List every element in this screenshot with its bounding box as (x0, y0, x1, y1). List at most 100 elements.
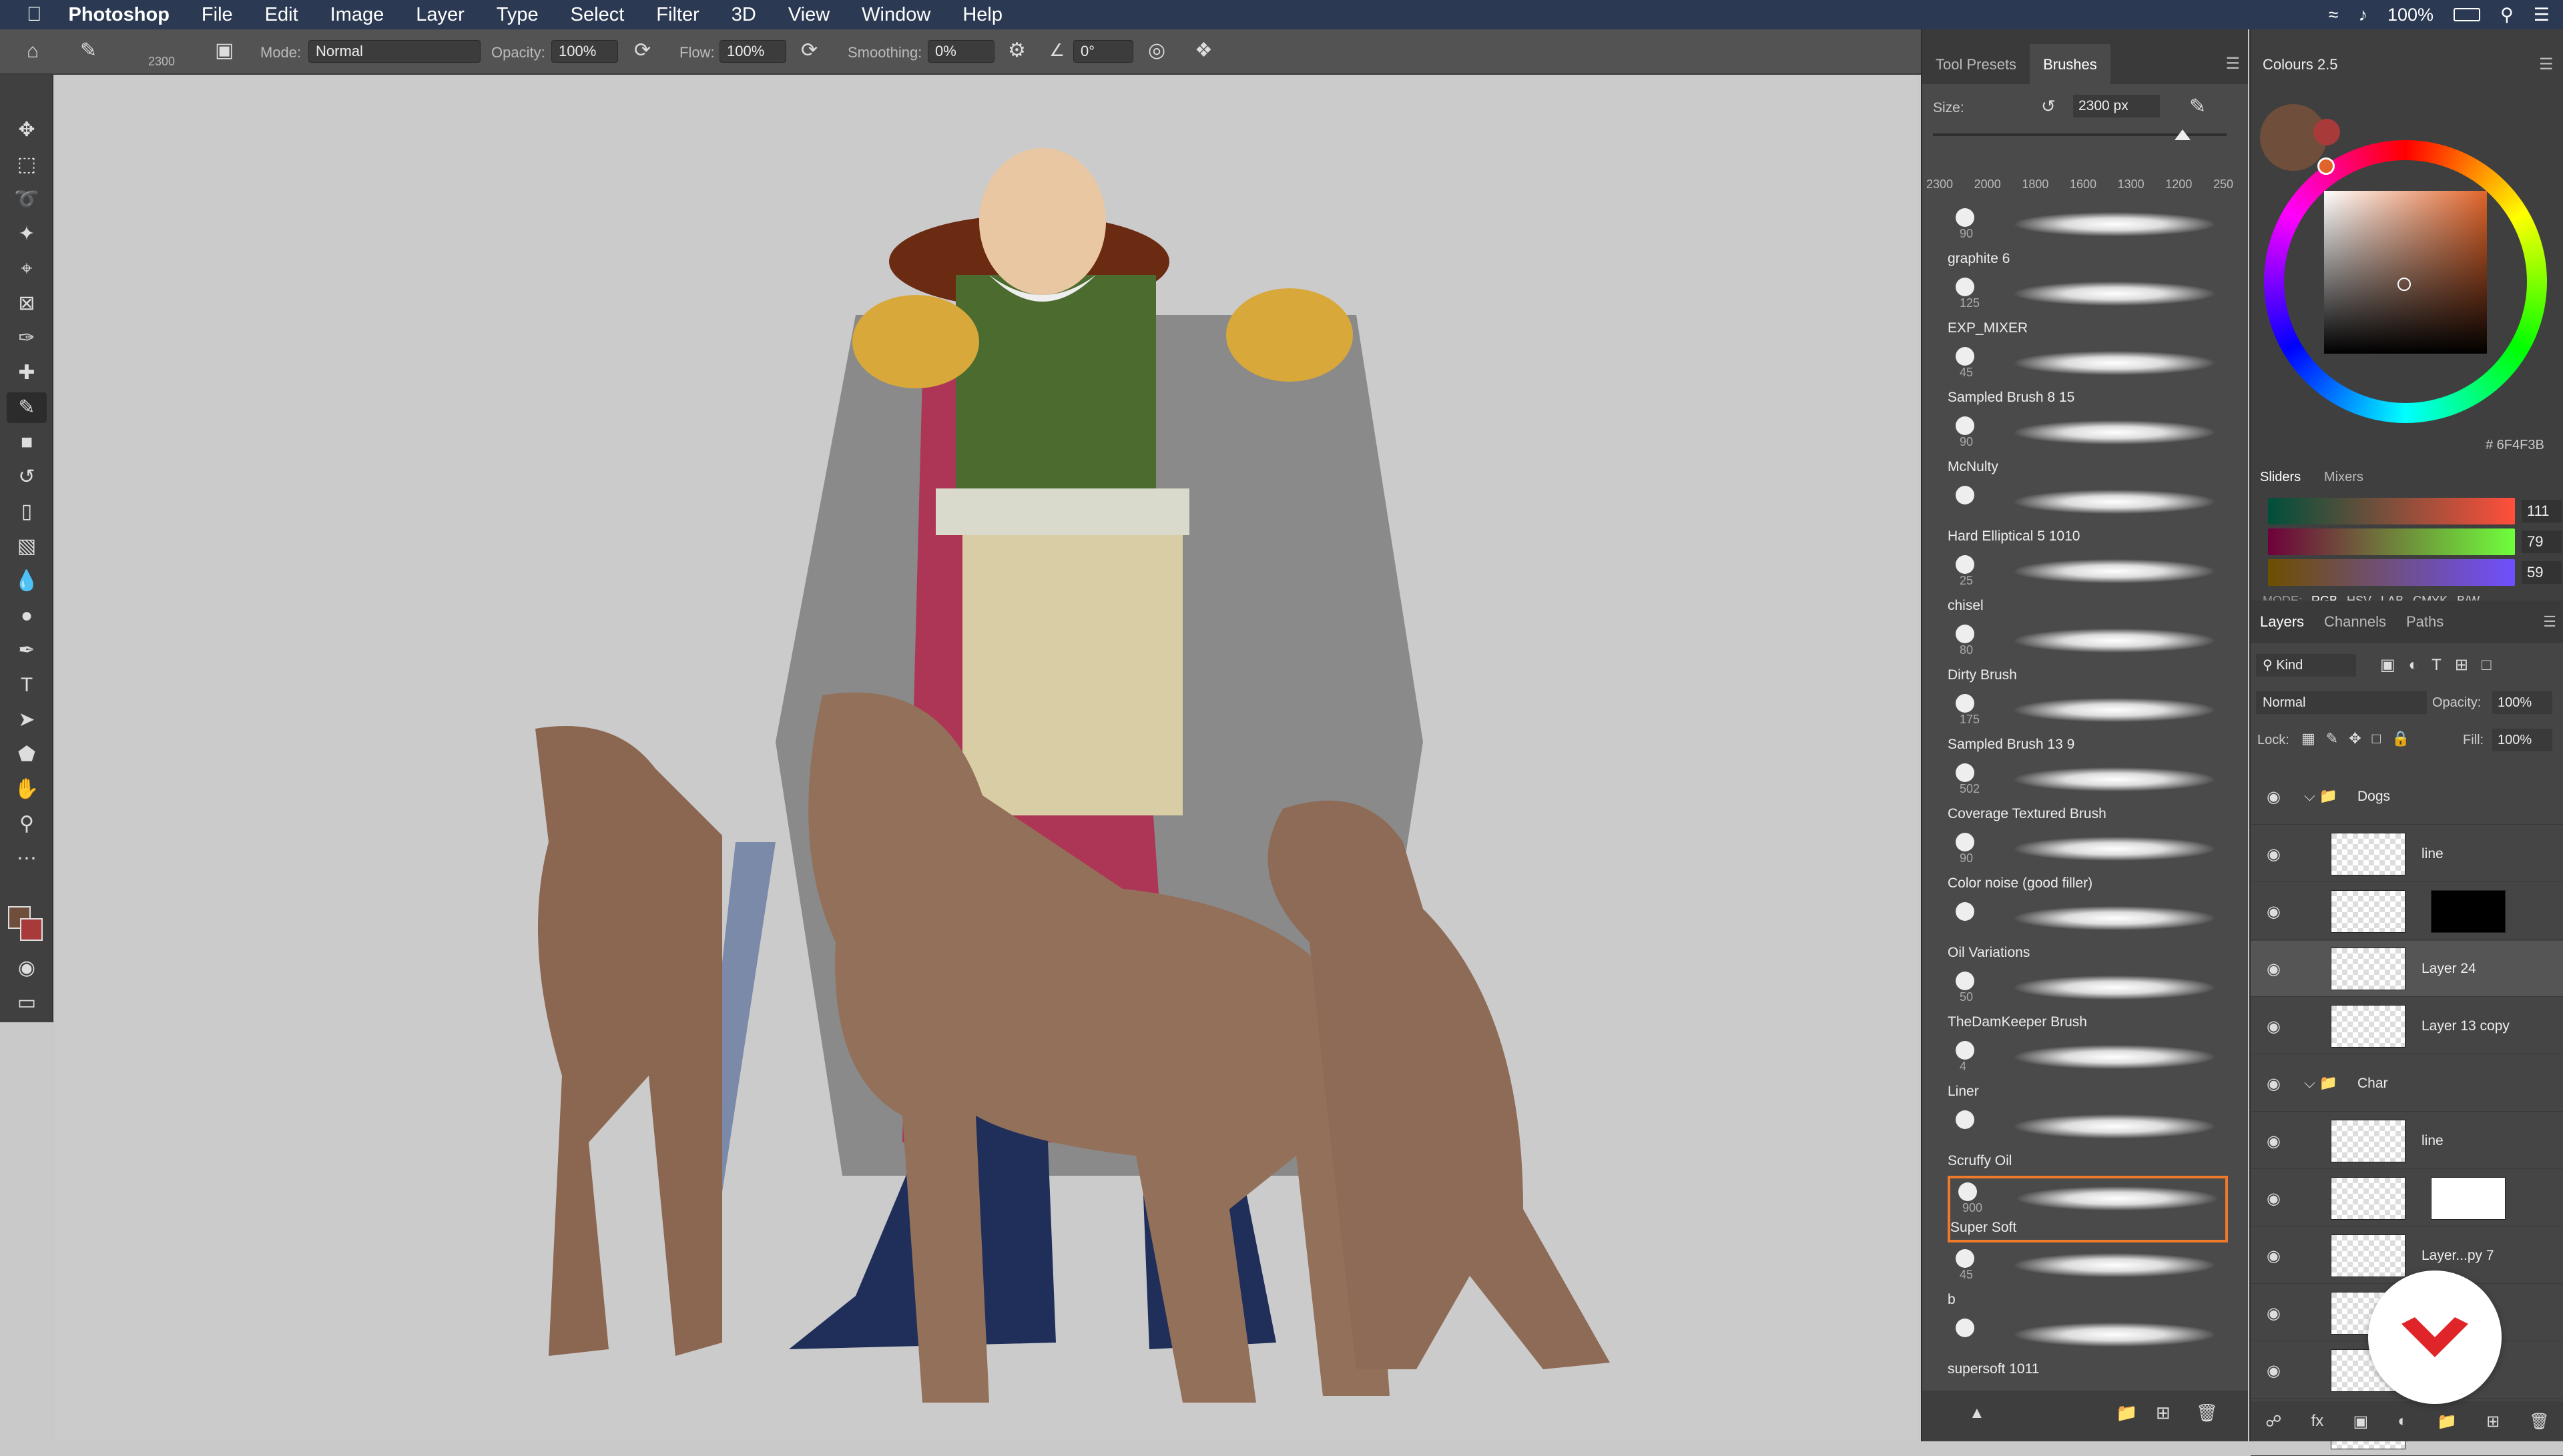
brush-preset-item[interactable]: 900 Super Soft (1948, 1176, 2228, 1242)
size-preset[interactable]: 1200 (2165, 157, 2192, 198)
pen-tool-icon[interactable]: ✒ (7, 635, 47, 666)
new-layer-icon[interactable]: ⊞ (2486, 1412, 2500, 1431)
visibility-eye-icon[interactable]: ◉ (2267, 902, 2281, 922)
path-selection-icon[interactable]: ➤ (7, 705, 47, 735)
brush-preset-item[interactable]: 25 chisel (1948, 551, 2228, 618)
brush-preset-item[interactable]: 4 Liner (1948, 1037, 2228, 1104)
tab-mixers[interactable]: Mixers (2324, 470, 2363, 485)
wifi-icon[interactable]: ≈ (2329, 5, 2339, 25)
visibility-eye-icon[interactable]: ◉ (2267, 1132, 2281, 1151)
menu-help[interactable]: Help (962, 4, 1003, 26)
menu-layer[interactable]: Layer (416, 4, 465, 26)
menu-list-icon[interactable]: ☰ (2534, 5, 2550, 25)
hex-value[interactable]: # 6F4F3B (2486, 438, 2544, 453)
layer-row[interactable]: ◉ line (2251, 826, 2563, 882)
background-color-swatch[interactable] (20, 918, 43, 941)
red-slider[interactable] (2268, 498, 2515, 524)
menu-view[interactable]: View (788, 4, 830, 26)
layer-opacity-field[interactable]: 100% (2492, 691, 2552, 714)
symmetry-icon[interactable]: ❖ (1195, 39, 1213, 62)
menu-image[interactable]: Image (330, 4, 384, 26)
zoom-tool-icon[interactable]: ⚲ (7, 809, 47, 839)
visibility-eye-icon[interactable]: ◉ (2267, 845, 2281, 864)
blend-mode-select[interactable]: Normal (2256, 691, 2427, 714)
hue-marker[interactable] (2317, 157, 2335, 175)
create-brush-icon[interactable]: ⊞ (2156, 1403, 2171, 1423)
layer-group-row[interactable]: ◉ ⌵ 📁 Dogs (2251, 769, 2563, 825)
brush-preset-item[interactable]: 175 Sampled Brush 13 9 (1948, 690, 2228, 757)
brush-preset-item[interactable]: 45 b (1948, 1245, 2228, 1312)
search-icon[interactable]: ⚲ (2500, 5, 2514, 25)
menu-select[interactable]: Select (571, 4, 625, 26)
brush-preset-item[interactable]: 90 graphite 6 (1948, 204, 2228, 271)
layer-thumbnail[interactable] (2331, 833, 2405, 875)
document-canvas[interactable] (55, 75, 1917, 1441)
layer-thumbnail[interactable] (2331, 1005, 2405, 1048)
brush-preset-item[interactable]: 125 EXP_MIXER (1948, 274, 2228, 340)
blue-slider[interactable] (2268, 559, 2515, 586)
colours-menu-icon[interactable]: ☰ (2539, 55, 2554, 74)
airbrush-icon[interactable]: ⟳ (801, 39, 818, 62)
opacity-field[interactable]: 100% (551, 40, 618, 63)
tab-sliders[interactable]: Sliders (2260, 470, 2301, 485)
more-tools-icon[interactable]: ⋯ (7, 843, 47, 874)
brush-preset-item[interactable]: Scruffy Oil (1948, 1106, 2228, 1173)
size-preset[interactable]: 250 (2213, 157, 2233, 198)
delete-brush-icon[interactable]: 🗑 (2196, 1403, 2218, 1423)
menu-type[interactable]: Type (497, 4, 539, 26)
angle-field[interactable]: 0° (1073, 40, 1133, 63)
brush-preset-item[interactable]: 90 Color noise (good filler) (1948, 829, 2228, 895)
tab-channels[interactable]: Channels (2324, 613, 2386, 631)
crop-tool-icon[interactable]: ⌖ (7, 254, 47, 284)
saturation-value-square[interactable] (2324, 191, 2487, 354)
layer-row[interactable]: ◉ (2251, 883, 2563, 940)
visibility-eye-icon[interactable]: ◉ (2267, 960, 2281, 979)
mode-select[interactable]: Normal (308, 40, 481, 63)
pressure-opacity-icon[interactable]: ⟳ (634, 39, 651, 62)
lasso-tool-icon[interactable]: ➰ (7, 184, 47, 215)
visibility-eye-icon[interactable]: ◉ (2267, 1361, 2281, 1381)
dodge-icon[interactable]: ● (7, 601, 47, 631)
visibility-eye-icon[interactable]: ◉ (2267, 1189, 2281, 1208)
add-mask-icon[interactable]: ▣ (2353, 1412, 2368, 1431)
clone-stamp-icon[interactable]: ■ (7, 427, 47, 458)
fill-field[interactable]: 100% (2492, 729, 2552, 751)
brush-preset-item[interactable]: Oil Variations (1948, 898, 2228, 965)
red-value[interactable]: 111 (2522, 500, 2562, 522)
menu-window[interactable]: Window (862, 4, 930, 26)
gear-icon[interactable]: ⚙ (1008, 39, 1026, 62)
size-slider-thumb[interactable] (2175, 129, 2191, 140)
healing-brush-icon[interactable]: ✚ (7, 358, 47, 388)
move-tool-icon[interactable]: ✥ (7, 115, 47, 145)
layer-mask-thumbnail[interactable] (2431, 1177, 2506, 1220)
layer-row[interactable]: ◉ line (2251, 1113, 2563, 1169)
quick-mask-icon[interactable]: ◉ (7, 953, 47, 984)
type-tool-icon[interactable]: T (7, 670, 47, 701)
brush-preset-item[interactable]: supersoft 1011 (1948, 1315, 2228, 1381)
reset-size-icon[interactable]: ↺ (2041, 96, 2056, 117)
visibility-eye-icon[interactable]: ◉ (2267, 1017, 2281, 1036)
tab-tool-presets[interactable]: Tool Presets (1922, 56, 2030, 84)
color-picker-marker[interactable] (2397, 278, 2411, 291)
brush-preset-item[interactable]: Hard Elliptical 5 1010 (1948, 482, 2228, 549)
apple-icon[interactable]:  (27, 3, 42, 26)
layer-row[interactable]: ◉ Layer 13 copy (2251, 998, 2563, 1054)
eyedropper-icon[interactable]: ✑ (7, 323, 47, 354)
eraser-icon[interactable]: ▯ (7, 496, 47, 527)
layer-mask-thumbnail[interactable] (2431, 890, 2506, 933)
size-preset[interactable]: 1800 (2022, 157, 2048, 198)
brush-preset-item[interactable]: 90 McNulty (1948, 412, 2228, 479)
lock-icons[interactable]: ▦✎✥□🔒 (2301, 730, 2420, 747)
folder-icon[interactable]: ⌵ 📁 (2304, 1074, 2337, 1092)
menu-file[interactable]: File (202, 4, 233, 26)
layer-thumbnail[interactable] (2331, 890, 2405, 933)
pressure-size-icon[interactable]: ◎ (1148, 39, 1165, 62)
visibility-eye-icon[interactable]: ◉ (2267, 1074, 2281, 1094)
brush-size-text[interactable]: 2300 (148, 55, 175, 69)
blue-value[interactable]: 59 (2522, 561, 2562, 584)
brush-preset-item[interactable]: 45 Sampled Brush 8 15 (1948, 343, 2228, 410)
layer-thumbnail[interactable] (2331, 948, 2405, 990)
layer-thumbnail[interactable] (2331, 1120, 2405, 1162)
menu-3d[interactable]: 3D (732, 4, 756, 26)
app-menu[interactable]: Photoshop (69, 4, 170, 26)
